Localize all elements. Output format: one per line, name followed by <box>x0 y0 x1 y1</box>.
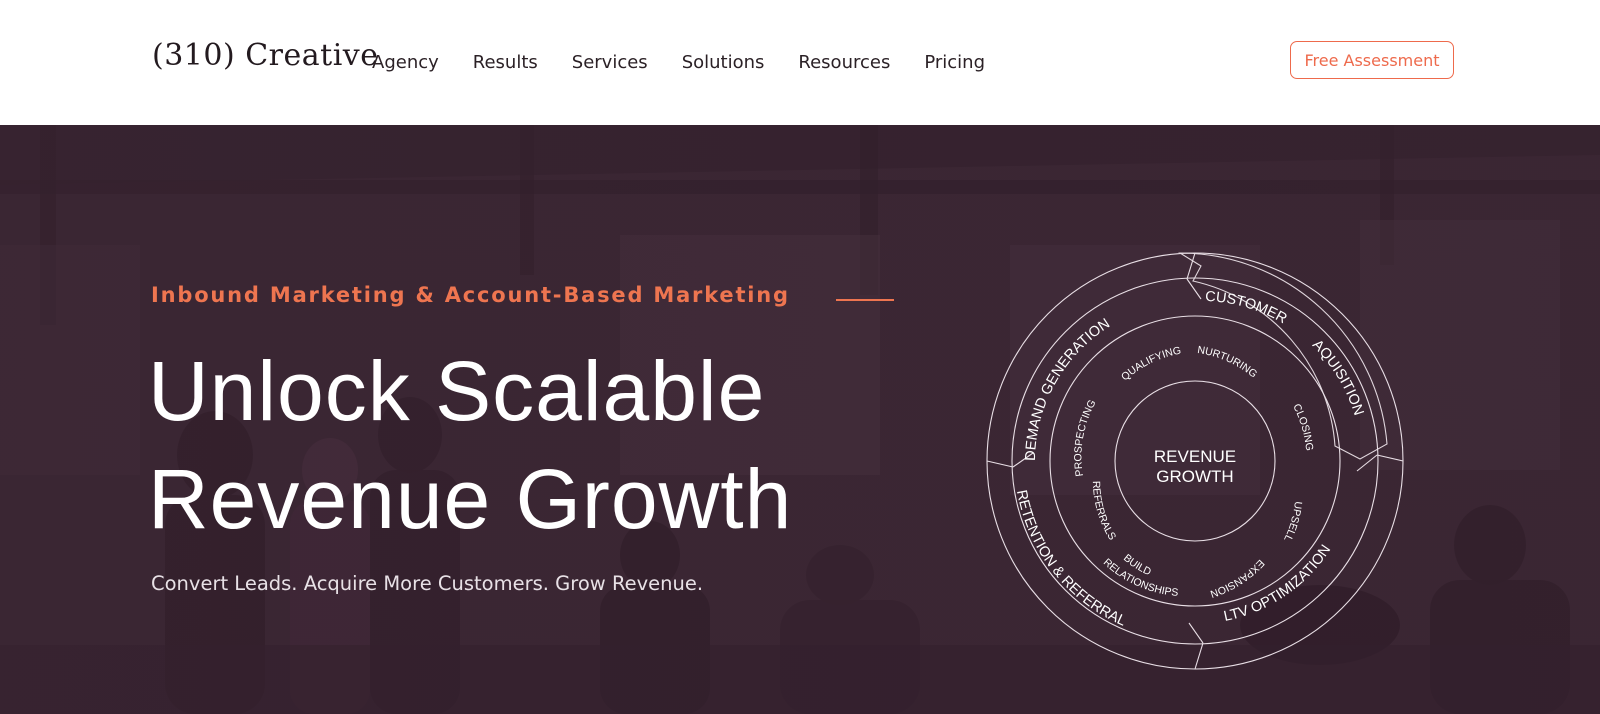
wheel-label-qualifying: QUALIFYING <box>1119 345 1182 384</box>
logo[interactable]: (310) Creative <box>152 38 379 73</box>
nav-item-results[interactable]: Results <box>473 52 538 73</box>
hero-section: Inbound Marketing & Account-Based Market… <box>0 125 1600 714</box>
eyebrow-divider <box>836 299 894 301</box>
wheel-label-prospecting: PROSPECTING <box>1072 398 1098 477</box>
wheel-label-referrals: REFERRALS <box>1090 481 1118 543</box>
hero-subhead: Convert Leads. Acquire More Customers. G… <box>151 572 704 595</box>
nav-item-agency[interactable]: Agency <box>372 52 439 73</box>
revenue-growth-wheel: REVENUE GROWTH DEMAND GENERATION CUSTOME… <box>986 252 1404 670</box>
headline-line-1: Unlock Scalable <box>148 344 766 438</box>
site-header: (310) Creative Agency Results Services S… <box>0 0 1600 125</box>
wheel-label-customer: CUSTOMER <box>1205 289 1290 327</box>
wheel-center-line-1: REVENUE <box>1154 447 1236 466</box>
main-nav: Agency Results Services Solutions Resour… <box>372 52 985 73</box>
wheel-label-closing: CLOSING <box>1290 402 1315 452</box>
free-assessment-button[interactable]: Free Assessment <box>1290 41 1454 79</box>
hero-headline: Unlock Scalable Revenue Growth <box>148 337 792 553</box>
wheel-label-expansion: EXPANSION <box>1209 557 1267 600</box>
wheel-label-nurturing: NURTURING <box>1197 344 1260 380</box>
wheel-center-line-2: GROWTH <box>1156 467 1233 486</box>
headline-line-2: Revenue Growth <box>148 452 793 546</box>
wheel-label-demand-generation: DEMAND GENERATION <box>1023 316 1113 462</box>
wheel-label-upsell: UPSELL <box>1281 501 1304 544</box>
nav-item-resources[interactable]: Resources <box>798 52 890 73</box>
nav-item-services[interactable]: Services <box>572 52 648 73</box>
hero-eyebrow: Inbound Marketing & Account-Based Market… <box>151 283 790 307</box>
nav-item-solutions[interactable]: Solutions <box>682 52 765 73</box>
nav-item-pricing[interactable]: Pricing <box>924 52 985 73</box>
